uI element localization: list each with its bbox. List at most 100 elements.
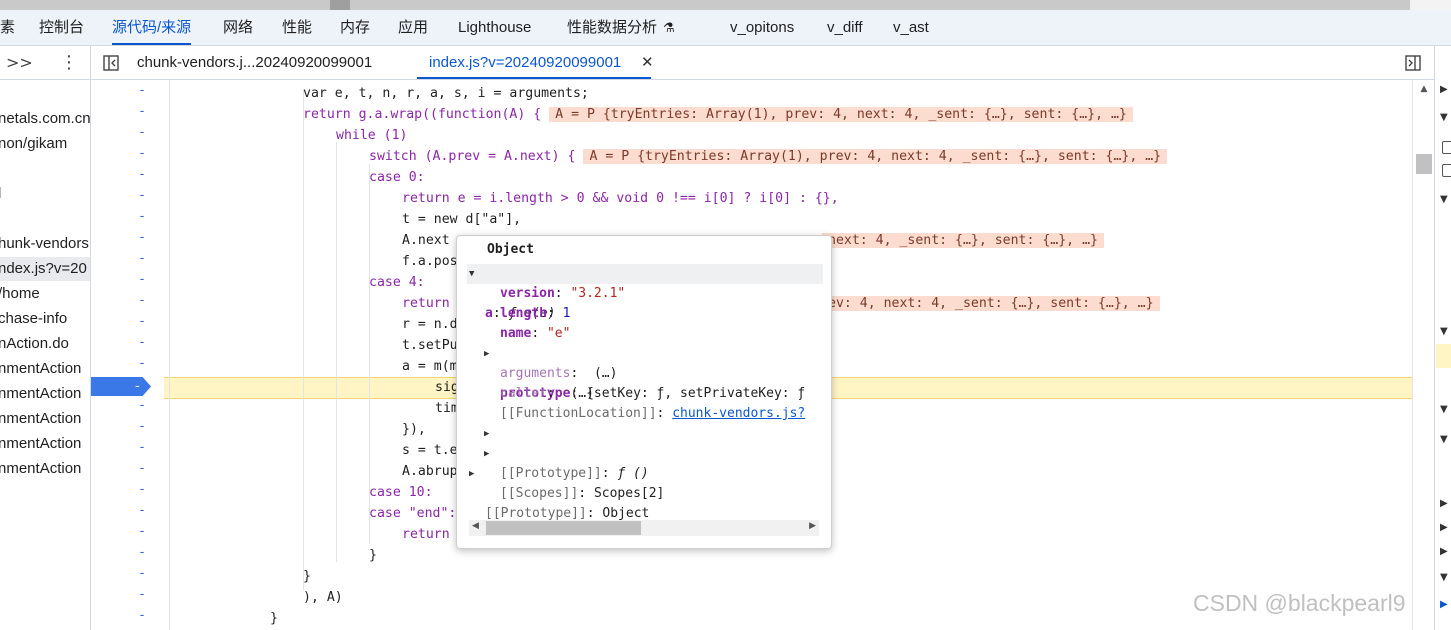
collapse-triangle-icon[interactable]: ▼	[1440, 326, 1448, 337]
toggle-debugger-icon[interactable]	[1402, 46, 1424, 79]
property-row-function-location[interactable]: [[FunctionLocation]]: chunk-vendors.js?	[500, 404, 805, 424]
tab-performance-insights[interactable]: 性能数据分析 ⚗	[567, 10, 675, 45]
function-location-link[interactable]: chunk-vendors.js?	[672, 406, 805, 421]
scrollbar-thumb[interactable]	[1416, 154, 1432, 174]
gutter-marker[interactable]: -	[137, 314, 147, 329]
tab-application[interactable]: 应用	[398, 10, 428, 45]
code-line[interactable]: }	[270, 608, 278, 629]
gutter-marker[interactable]: -	[137, 293, 147, 308]
gutter-marker[interactable]: -	[137, 566, 147, 581]
tab-memory[interactable]: 内存	[340, 10, 370, 45]
code-line[interactable]: return	[402, 293, 450, 314]
scroll-up-arrow-icon[interactable]: ▲	[1413, 84, 1435, 94]
code-line[interactable]: while (1)	[336, 125, 407, 146]
gutter-marker[interactable]: -	[137, 461, 147, 476]
collapse-triangle-icon[interactable]: ▼	[1440, 434, 1448, 445]
toggle-navigator-icon[interactable]	[100, 46, 122, 79]
gutter-marker[interactable]: -	[137, 188, 147, 203]
gutter-marker[interactable]: -	[137, 83, 147, 98]
code-line[interactable]: }	[303, 566, 311, 587]
code-line[interactable]: }),	[402, 419, 426, 440]
tab-v-opitons[interactable]: v_opitons	[730, 10, 794, 45]
gutter-marker[interactable]: -	[137, 125, 147, 140]
scroll-right-arrow-icon[interactable]: ▶	[809, 521, 816, 531]
expand-triangle-icon[interactable]: ▶	[484, 444, 489, 464]
code-line[interactable]: switch (A.prev = A.next) {A = P {tryEntr…	[369, 146, 1168, 167]
nav-item[interactable]: non/gikam	[0, 132, 67, 156]
expand-triangle-icon[interactable]: ▶	[1440, 599, 1448, 610]
property-row-caller[interactable]: caller: (…)	[500, 384, 594, 404]
code-line[interactable]: r = n.d	[402, 314, 458, 335]
expand-triangle-icon[interactable]: ▶	[1440, 498, 1448, 509]
code-line[interactable]: return	[402, 524, 450, 545]
property-row-scopes[interactable]: ▶ [[Scopes]]: Scopes[2]	[484, 444, 664, 501]
code-line[interactable]: f.a.pos	[402, 251, 458, 272]
close-tab-icon[interactable]: ✕	[641, 46, 654, 79]
gutter-marker[interactable]: -	[137, 482, 147, 497]
tab-v-diff[interactable]: v_diff	[827, 10, 863, 45]
nav-item[interactable]: nmentAction	[0, 457, 81, 481]
gutter-marker[interactable]: -	[137, 230, 147, 245]
code-line[interactable]: var e, t, n, r, a, s, i = arguments;	[303, 83, 589, 104]
nav-item[interactable]: nmentAction	[0, 432, 81, 456]
gutter-marker[interactable]: -	[137, 104, 147, 119]
gutter-marker[interactable]: -	[137, 356, 147, 371]
gutter-marker[interactable]: -	[137, 545, 147, 560]
nav-item[interactable]: chase-info	[0, 307, 67, 331]
gutter-marker[interactable]: -	[137, 272, 147, 287]
gutter-marker[interactable]: -	[137, 335, 147, 350]
collapse-triangle-icon[interactable]: ▼	[1440, 404, 1448, 415]
gutter-marker[interactable]: -	[137, 524, 147, 539]
gutter-marker[interactable]: -	[137, 167, 147, 182]
more-tabs-icon[interactable]: >>	[6, 46, 33, 79]
gutter-marker[interactable]: -	[137, 398, 147, 413]
gutter-marker[interactable]: -	[137, 419, 147, 434]
code-line[interactable]: return g.a.wrap((function(A) {A = P {try…	[303, 104, 1133, 125]
expand-triangle-icon[interactable]: ▶	[1440, 522, 1448, 533]
expand-triangle-icon[interactable]: ▶	[469, 464, 474, 484]
property-row-name[interactable]: name: "e"	[500, 324, 570, 344]
expand-triangle-icon[interactable]: ▶	[1440, 84, 1448, 95]
checkbox[interactable]	[1442, 141, 1451, 154]
code-line[interactable]: A.next	[402, 230, 450, 251]
file-tab-chunk-vendors[interactable]: chunk-vendors.j...20240920099001	[137, 46, 372, 79]
gutter-marker[interactable]: -	[137, 503, 147, 518]
nav-item[interactable]: nmentAction	[0, 357, 81, 381]
code-line[interactable]: A.abrup	[402, 461, 458, 482]
expand-triangle-icon[interactable]: ▶	[1440, 546, 1448, 557]
gutter-marker[interactable]: -	[137, 608, 147, 623]
nav-item[interactable]: nmentAction	[0, 382, 81, 406]
tab-lighthouse[interactable]: Lighthouse	[458, 10, 531, 45]
expand-triangle-icon[interactable]: ▶	[484, 344, 489, 364]
collapse-triangle-icon[interactable]: ▼	[1440, 572, 1448, 583]
code-line[interactable]: case 4:	[369, 272, 425, 293]
code-line[interactable]: t = new d["a"],	[402, 209, 521, 230]
gutter-marker[interactable]: -	[137, 251, 147, 266]
top-strip-thumb[interactable]	[330, 0, 350, 10]
code-line[interactable]: return e = i.length > 0 && void 0 !== i[…	[402, 188, 839, 209]
collapse-triangle-icon[interactable]: ▼	[1440, 194, 1448, 205]
property-row-prototype-internal[interactable]: ▶ [[Prototype]]: ƒ ()	[484, 424, 649, 481]
property-row-object-prototype[interactable]: ▶ [[Prototype]]: Object	[469, 464, 649, 521]
popover-horizontal-scrollbar[interactable]: ◀ ▶	[469, 520, 819, 536]
tab-performance[interactable]: 性能	[282, 10, 312, 45]
property-row-length[interactable]: length: 1	[500, 304, 570, 324]
tab-sources[interactable]: 源代码/来源	[112, 10, 192, 45]
nav-item[interactable]: l	[0, 182, 1, 206]
collapse-triangle-icon[interactable]: ▼	[1440, 112, 1448, 123]
inline-value-partial[interactable]: ev: 4, next: 4, _sent: {…}, sent: {…}, ……	[822, 296, 1160, 311]
property-row-arguments[interactable]: arguments: (…)	[500, 364, 617, 384]
code-line[interactable]: case "end":	[369, 503, 456, 524]
expand-triangle-icon[interactable]: ▶	[484, 424, 489, 444]
gutter-marker[interactable]: -	[137, 587, 147, 602]
scrollbar-thumb[interactable]	[486, 521, 641, 535]
editor-vertical-scrollbar[interactable]: ▲	[1412, 80, 1435, 630]
scroll-left-arrow-icon[interactable]: ◀	[472, 521, 479, 531]
code-line[interactable]: s = t.e	[402, 440, 458, 461]
gutter-marker[interactable]: -	[137, 209, 147, 224]
nav-item[interactable]: /home	[0, 282, 40, 306]
tab-v-ast[interactable]: v_ast	[893, 10, 929, 45]
inline-value-A[interactable]: A = P {tryEntries: Array(1), prev: 4, ne…	[549, 107, 1133, 122]
tab-elements[interactable]: 素	[0, 10, 15, 45]
code-line[interactable]: case 0:	[369, 167, 425, 188]
